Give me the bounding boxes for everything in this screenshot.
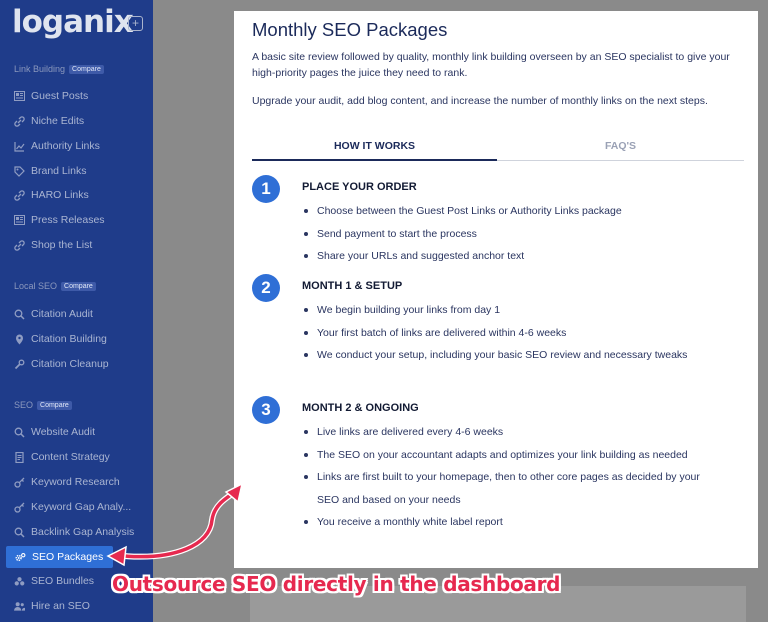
seo-packages-card: Monthly SEO Packages A basic site review…: [234, 11, 758, 568]
step-title: MONTH 1 & SETUP: [302, 280, 403, 292]
sidebar-item-shop-the-list[interactable]: Shop the List: [14, 237, 92, 253]
upgrade-text: Upgrade your audit, add blog content, an…: [252, 95, 708, 107]
step-list: Choose between the Guest Post Links or A…: [302, 200, 722, 268]
step-list: Live links are delivered every 4-6 weeks…: [302, 421, 722, 534]
wrench-icon: [14, 359, 25, 370]
sidebar-item-citation-audit[interactable]: Citation Audit: [14, 306, 93, 322]
section-label-seo: SEO Compare: [14, 400, 72, 410]
list-item: The SEO on your accountant adapts and op…: [302, 444, 722, 467]
step-title: MONTH 2 & ONGOING: [302, 402, 419, 414]
page-title: Monthly SEO Packages: [252, 19, 448, 40]
list-item: Your first batch of links are delivered …: [302, 322, 722, 345]
key-icon: [14, 502, 25, 513]
sidebar-item-citation-cleanup[interactable]: Citation Cleanup: [14, 356, 109, 372]
sidebar-item-niche-edits[interactable]: Niche Edits: [14, 113, 84, 129]
link-icon: [14, 115, 25, 127]
sidebar-item-seo-bundles[interactable]: SEO Bundles: [14, 573, 94, 589]
sidebar-item-content-strategy[interactable]: Content Strategy: [14, 449, 110, 465]
annotation-callout: Outsource SEO directly in the dashboard: [112, 572, 561, 596]
list-item: Live links are delivered every 4-6 weeks: [302, 421, 722, 444]
list-item: Choose between the Guest Post Links or A…: [302, 200, 722, 223]
active-tab-indicator: [252, 159, 497, 161]
step-list: We begin building your links from day 1 …: [302, 299, 722, 367]
gears-icon: [15, 552, 26, 563]
key-icon: [14, 477, 25, 488]
map-pin-icon: [14, 334, 25, 345]
step-number-badge: 1: [252, 175, 280, 203]
document-icon: [14, 451, 25, 463]
sidebar-item-website-audit[interactable]: Website Audit: [14, 424, 95, 440]
tab-how-it-works[interactable]: HOW IT WORKS: [252, 140, 497, 152]
tag-icon: [14, 165, 25, 177]
tab-divider: [497, 160, 744, 161]
step-title: PLACE YOUR ORDER: [302, 181, 417, 193]
link-icon: [14, 189, 25, 201]
sidebar-item-backlink-gap-analysis[interactable]: Backlink Gap Analysis: [14, 524, 134, 540]
sidebar-item-authority-links[interactable]: Authority Links: [14, 138, 100, 154]
sidebar-item-keyword-gap-analysis[interactable]: Keyword Gap Analy...: [14, 499, 131, 515]
step-number-badge: 3: [252, 396, 280, 424]
list-item: Send payment to start the process: [302, 223, 722, 246]
page-description: A basic site review followed by quality,…: [252, 51, 730, 79]
compare-badge[interactable]: Compare: [69, 64, 104, 74]
newspaper-icon: [14, 91, 25, 102]
sidebar-item-keyword-research[interactable]: Keyword Research: [14, 474, 120, 490]
search-icon: [14, 309, 25, 320]
list-item: Share your URLs and suggested anchor tex…: [302, 245, 722, 268]
link-icon: [14, 239, 25, 251]
tab-faqs[interactable]: FAQ'S: [497, 140, 744, 152]
list-item: We conduct your setup, including your ba…: [302, 344, 722, 367]
list-item: You receive a monthly white label report: [302, 511, 722, 534]
sidebar: loganix + Link Building Compare Guest Po…: [0, 0, 153, 622]
section-label-link-building: Link Building Compare: [14, 64, 104, 74]
sidebar-item-seo-packages[interactable]: SEO Packages: [6, 546, 113, 568]
section-label-local-seo: Local SEO Compare: [14, 281, 96, 291]
add-icon[interactable]: +: [128, 16, 143, 31]
sidebar-item-hire-an-seo[interactable]: Hire an SEO: [14, 598, 90, 614]
search-icon: [14, 527, 25, 538]
compare-badge[interactable]: Compare: [37, 400, 72, 410]
users-icon: [14, 601, 25, 612]
list-item: Links are first built to your homepage, …: [302, 466, 722, 511]
logo[interactable]: loganix: [12, 4, 134, 40]
sidebar-item-citation-building[interactable]: Citation Building: [14, 331, 107, 347]
compare-badge[interactable]: Compare: [61, 281, 96, 291]
chart-line-icon: [14, 141, 25, 152]
newspaper-icon: [14, 215, 25, 226]
sidebar-item-press-releases[interactable]: Press Releases: [14, 212, 105, 228]
bundle-icon: [14, 576, 25, 587]
sidebar-item-guest-posts[interactable]: Guest Posts: [14, 88, 88, 104]
sidebar-item-brand-links[interactable]: Brand Links: [14, 163, 86, 179]
sidebar-item-haro-links[interactable]: HARO Links: [14, 187, 89, 203]
search-icon: [14, 427, 25, 438]
list-item: We begin building your links from day 1: [302, 299, 722, 322]
step-number-badge: 2: [252, 274, 280, 302]
